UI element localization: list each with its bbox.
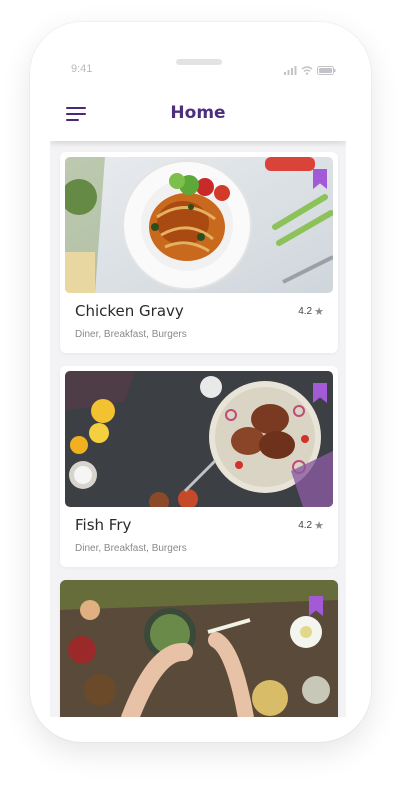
food-title: Chicken Gravy: [75, 302, 184, 320]
food-image: [65, 157, 333, 293]
app-bar: Home: [50, 87, 346, 141]
rating: 4.2 ★: [298, 519, 324, 532]
battery-icon: [317, 65, 336, 75]
food-card[interactable]: [60, 580, 338, 717]
rating: 4.2 ★: [298, 305, 324, 318]
star-icon: ★: [314, 306, 324, 318]
food-tags: Diner, Breakfast, Burgers: [75, 329, 187, 340]
app-screen: 9:41 Home Chicken Gravy 4.2 ★ Diner, Bre…: [50, 43, 346, 717]
food-image: [65, 371, 333, 507]
food-image: [60, 580, 338, 717]
rating-value: 4.2: [298, 306, 313, 317]
status-time: 9:41: [71, 63, 93, 75]
food-card[interactable]: Chicken Gravy 4.2 ★ Diner, Breakfast, Bu…: [60, 152, 338, 353]
food-card[interactable]: Fish Fry 4.2 ★ Diner, Breakfast, Burgers: [60, 366, 338, 567]
status-icons: [284, 65, 336, 75]
food-tags: Diner, Breakfast, Burgers: [75, 543, 187, 554]
rating-value: 4.2: [298, 520, 313, 531]
status-bar: 9:41: [50, 43, 346, 87]
wifi-icon: [301, 65, 313, 75]
signal-icon: [284, 65, 297, 75]
food-title: Fish Fry: [75, 516, 132, 534]
speaker-grille: [176, 59, 222, 65]
page-title: Home: [170, 103, 226, 123]
star-icon: ★: [314, 520, 324, 532]
